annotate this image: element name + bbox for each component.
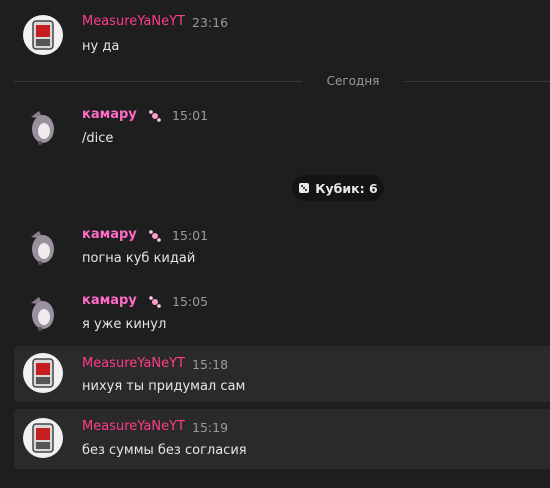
message-text: без суммы без согласия bbox=[82, 443, 247, 458]
candy-badge-icon bbox=[149, 230, 161, 242]
divider-line-right bbox=[404, 81, 550, 82]
message: MeasureYaNeYT 23:16 ну да bbox=[14, 10, 550, 60]
divider-line-left bbox=[14, 81, 302, 82]
author-name[interactable]: MeasureYaNeYT bbox=[82, 356, 185, 371]
anime-avatar-icon bbox=[31, 297, 54, 331]
date-divider-label: Сегодня bbox=[326, 74, 380, 88]
message: камару 15:01 /dice bbox=[14, 103, 550, 153]
anime-avatar-icon bbox=[31, 231, 54, 265]
author-name[interactable]: камару bbox=[82, 107, 137, 122]
timestamp: 15:01 bbox=[172, 108, 209, 123]
avatar[interactable] bbox=[23, 353, 63, 393]
dice-result-pill: Кубик: 6 bbox=[292, 175, 384, 201]
candy-badge-icon bbox=[149, 110, 161, 122]
dice-icon bbox=[299, 183, 310, 193]
message: камару 15:05 я уже кинул bbox=[14, 289, 550, 339]
chat-view: MeasureYaNeYT 23:16 ну да Сегодня камару… bbox=[0, 0, 550, 488]
author-name[interactable]: MeasureYaNeYT bbox=[82, 419, 185, 434]
timestamp: 15:18 bbox=[192, 357, 229, 372]
author-name[interactable]: камару bbox=[82, 227, 137, 242]
message: MeasureYaNeYT 15:18 нихуя ты придумал са… bbox=[14, 346, 550, 402]
dice-result-text: Кубик: 6 bbox=[315, 180, 378, 196]
avatar[interactable] bbox=[23, 15, 63, 55]
author-name[interactable]: MeasureYaNeYT bbox=[82, 14, 185, 29]
message: MeasureYaNeYT 15:19 без суммы без соглас… bbox=[14, 409, 550, 469]
message: камару 15:01 погна куб кидай bbox=[14, 223, 550, 273]
phone-avatar-icon bbox=[32, 358, 54, 388]
date-divider: Сегодня bbox=[14, 72, 550, 92]
message-text: нихуя ты придумал сам bbox=[82, 379, 246, 394]
candy-badge-icon bbox=[149, 296, 161, 308]
author-name[interactable]: камару bbox=[82, 293, 137, 308]
message-text: /dice bbox=[82, 131, 114, 146]
timestamp: 15:19 bbox=[192, 420, 229, 435]
avatar[interactable] bbox=[23, 418, 63, 458]
avatar[interactable] bbox=[23, 293, 63, 333]
timestamp: 15:01 bbox=[172, 228, 209, 243]
phone-avatar-icon bbox=[32, 20, 54, 50]
avatar[interactable] bbox=[23, 227, 63, 267]
message-text: погна куб кидай bbox=[82, 251, 196, 266]
message-text: я уже кинул bbox=[82, 317, 167, 332]
timestamp: 15:05 bbox=[172, 294, 209, 309]
timestamp: 23:16 bbox=[192, 15, 229, 30]
anime-avatar-icon bbox=[31, 111, 54, 145]
avatar[interactable] bbox=[23, 107, 63, 147]
message-text: ну да bbox=[82, 39, 120, 54]
phone-avatar-icon bbox=[32, 423, 54, 453]
